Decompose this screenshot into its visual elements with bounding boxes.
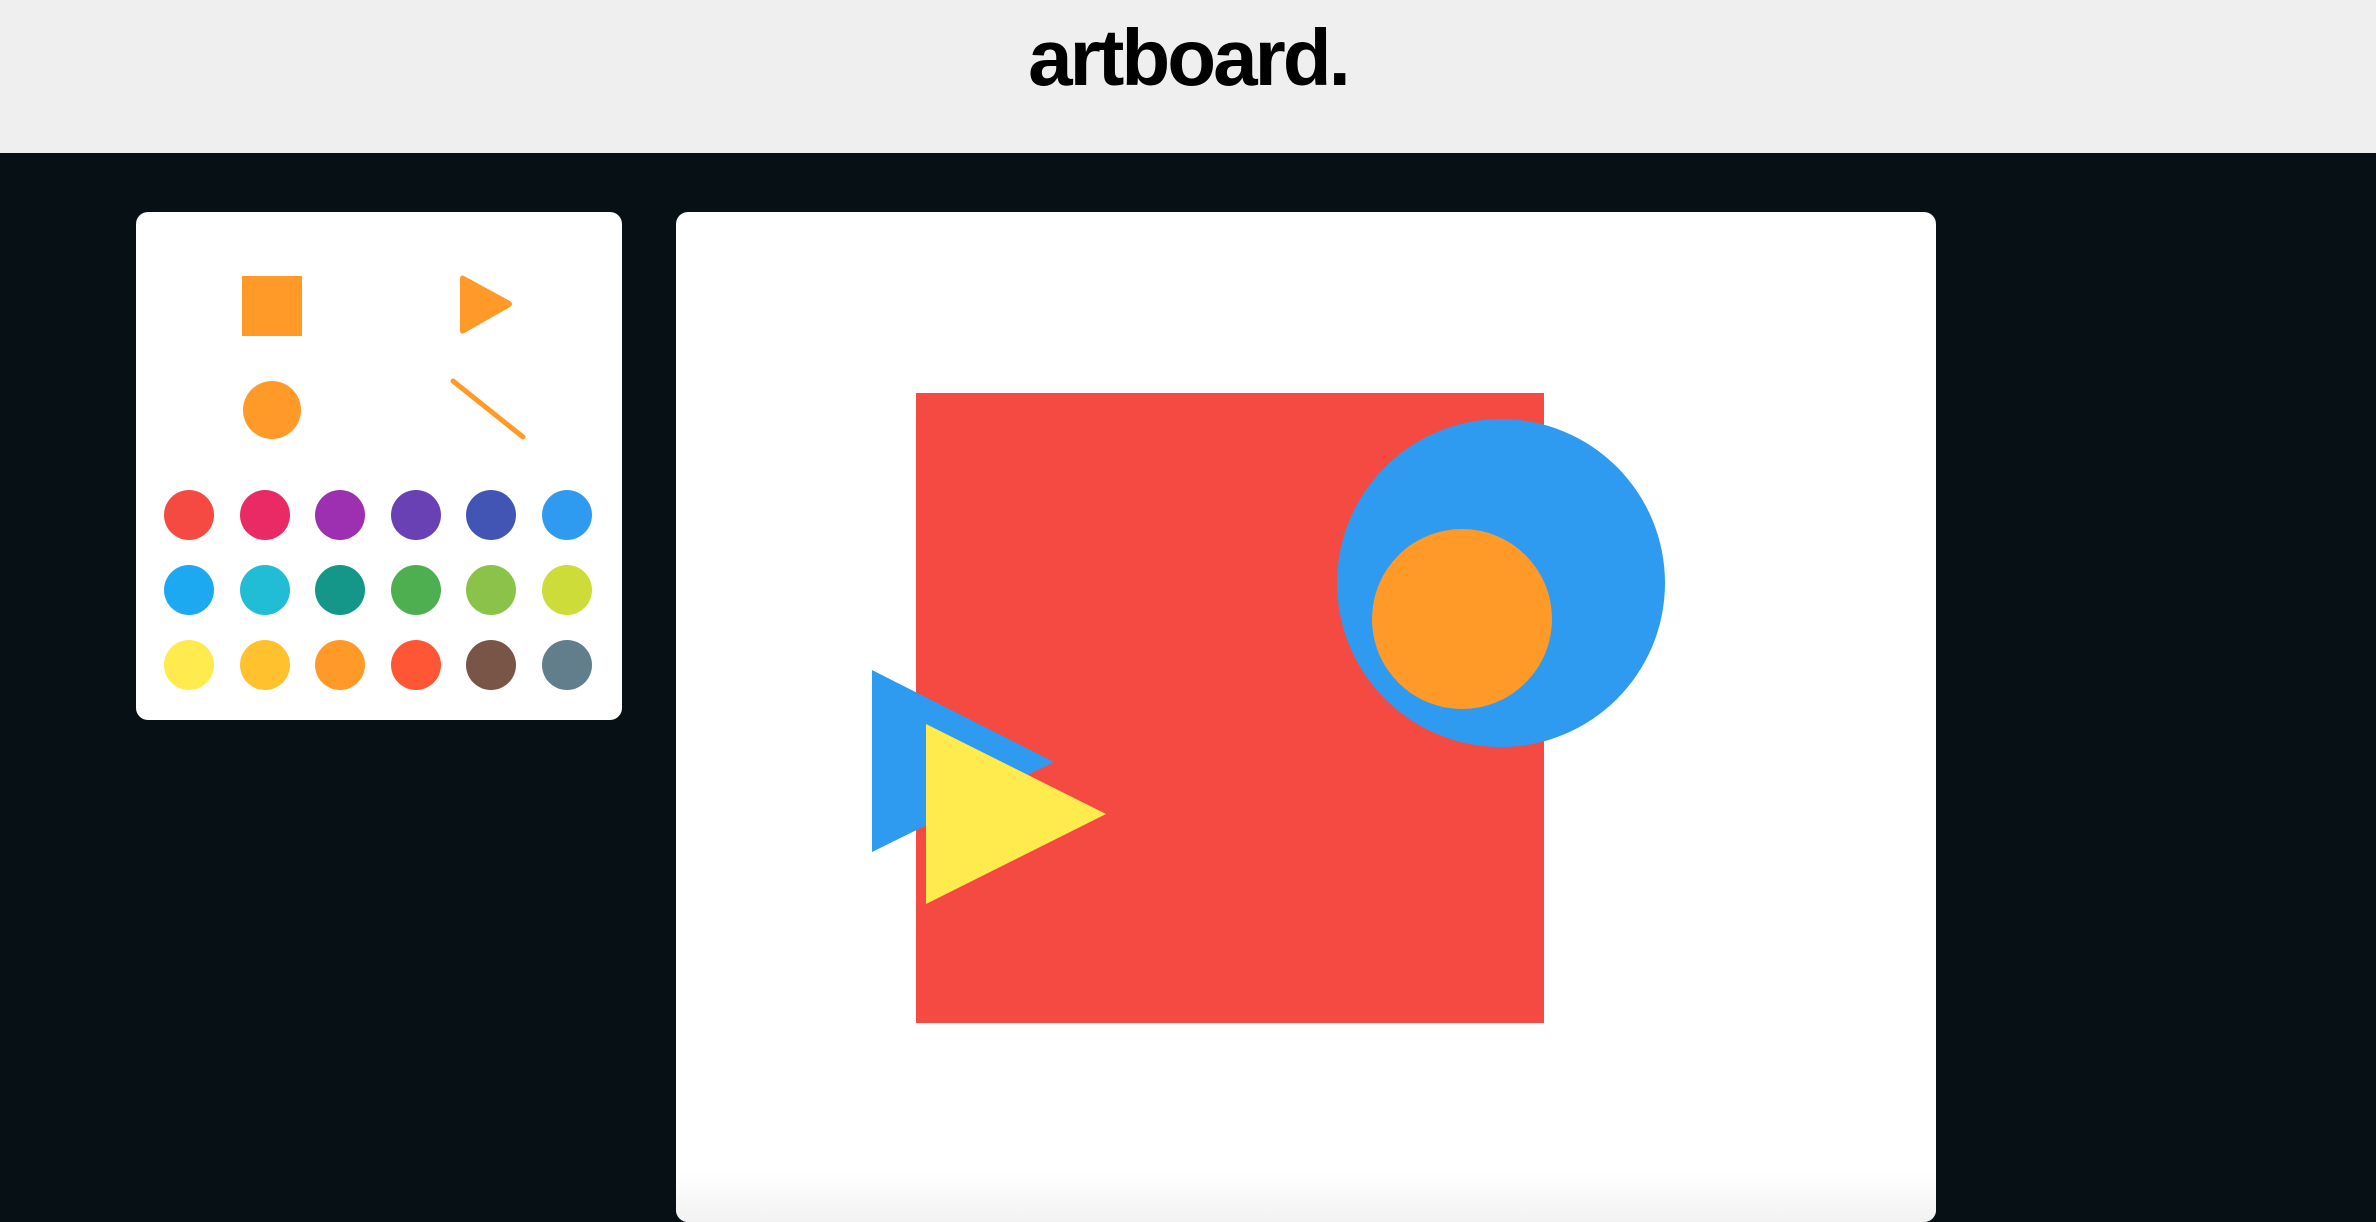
color-swatch[interactable] bbox=[466, 490, 516, 540]
rectangle-tool[interactable] bbox=[242, 276, 302, 336]
color-swatch[interactable] bbox=[541, 640, 592, 690]
triangle-tool[interactable] bbox=[460, 274, 516, 336]
color-swatch[interactable] bbox=[466, 565, 516, 615]
color-swatch[interactable] bbox=[541, 490, 592, 540]
square-icon bbox=[242, 276, 302, 336]
color-swatch[interactable] bbox=[239, 565, 290, 615]
app-logo: artboard. bbox=[1028, 13, 1351, 102]
circle-icon bbox=[243, 381, 301, 439]
color-swatch[interactable] bbox=[239, 640, 290, 690]
color-swatch[interactable] bbox=[315, 490, 365, 540]
color-swatch[interactable] bbox=[390, 565, 441, 615]
app-header: artboard. bbox=[0, 0, 2376, 153]
tool-palette bbox=[136, 212, 622, 720]
line-tool[interactable] bbox=[450, 378, 526, 440]
canvas-circle[interactable] bbox=[1372, 529, 1552, 709]
triangle-icon bbox=[460, 275, 512, 334]
color-swatch[interactable] bbox=[164, 490, 214, 540]
line-icon bbox=[450, 378, 526, 440]
color-swatch[interactable] bbox=[164, 565, 214, 615]
color-swatch[interactable] bbox=[164, 640, 214, 690]
drawing-canvas[interactable] bbox=[676, 212, 1936, 1222]
color-swatch[interactable] bbox=[541, 565, 592, 615]
canvas-svg[interactable] bbox=[676, 212, 1936, 1222]
color-swatch[interactable] bbox=[466, 640, 516, 690]
color-swatch[interactable] bbox=[390, 490, 441, 540]
color-swatch[interactable] bbox=[390, 640, 441, 690]
color-swatch[interactable] bbox=[315, 640, 365, 690]
color-swatch[interactable] bbox=[315, 565, 365, 615]
color-swatch[interactable] bbox=[239, 490, 290, 540]
circle-tool[interactable] bbox=[242, 380, 302, 440]
